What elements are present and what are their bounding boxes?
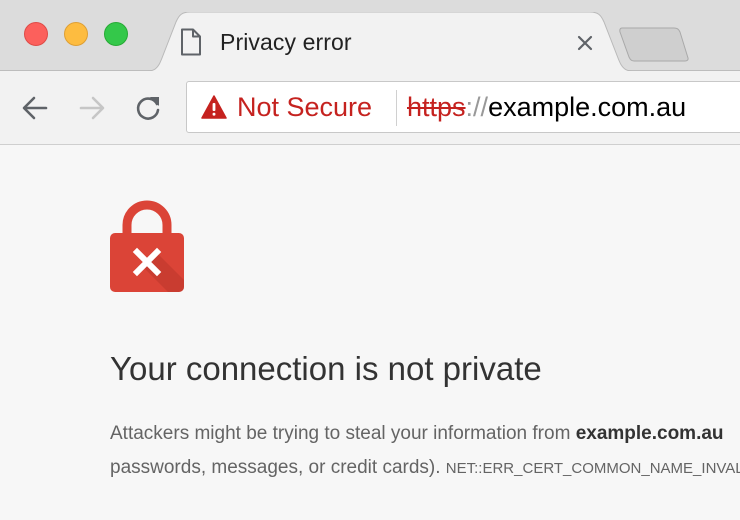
explanation-text: Attackers might be trying to steal your … — [110, 417, 740, 486]
document-icon — [181, 28, 201, 56]
browser-toolbar: Not Secure https://example.com.au — [0, 71, 740, 145]
maximize-window-button[interactable] — [104, 22, 128, 46]
explanation-line-1: Attackers might be trying to steal your … — [110, 423, 576, 444]
forward-arrow-icon[interactable] — [77, 93, 107, 123]
new-tab-button[interactable] — [618, 26, 690, 62]
url-separator: :// — [465, 92, 489, 122]
page-heading: Your connection is not private — [110, 350, 542, 387]
active-tab[interactable] — [140, 12, 640, 72]
site-name: example.com.au — [575, 423, 724, 444]
close-icon — [577, 35, 593, 51]
reload-icon[interactable] — [133, 93, 163, 123]
back-arrow-icon[interactable] — [20, 93, 50, 123]
not-secure-label[interactable]: Not Secure — [237, 92, 372, 123]
minimize-window-button[interactable] — [64, 22, 88, 46]
tab-strip: Privacy error — [0, 0, 740, 72]
url-scheme: https — [407, 92, 466, 122]
omnibox-divider — [396, 90, 397, 126]
explanation-line-2: passwords, messages, or credit cards). — [110, 457, 446, 478]
close-tab-button[interactable] — [572, 30, 598, 56]
address-bar[interactable]: Not Secure https://example.com.au — [186, 81, 740, 133]
close-window-button[interactable] — [24, 22, 48, 46]
error-code[interactable]: NET::ERR_CERT_COMMON_NAME_INVALID — [446, 460, 740, 477]
url-host: example.com.au — [488, 92, 687, 122]
tab-title: Privacy error — [220, 29, 352, 55]
lock-error-icon — [110, 200, 184, 292]
warning-icon — [201, 95, 227, 119]
url-text[interactable]: https://example.com.au — [407, 92, 686, 123]
